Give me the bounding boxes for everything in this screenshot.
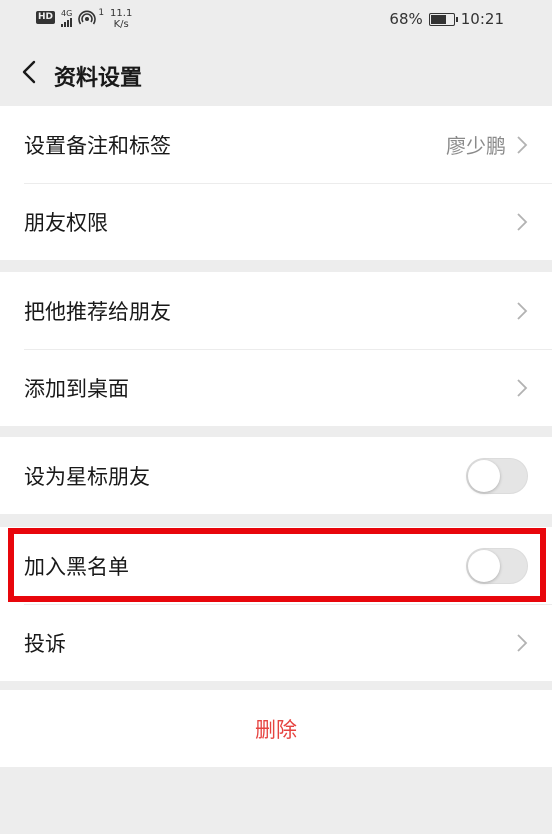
row-label: 投诉 — [24, 631, 66, 656]
row-set-remark[interactable]: 设置备注和标签 廖少鹏 — [0, 106, 552, 183]
chevron-right-icon — [517, 301, 528, 320]
network-speed: 11.1 K/s — [110, 8, 132, 30]
status-bar-right: 68% 10:21 — [389, 10, 504, 28]
battery-percent: 68% — [389, 10, 423, 28]
row-label: 把他推荐给朋友 — [24, 299, 171, 324]
row-star-friend: 设为星标朋友 — [0, 437, 552, 514]
row-add-to-desktop[interactable]: 添加到桌面 — [0, 349, 552, 426]
settings-group-block: 加入黑名单 投诉 — [0, 527, 552, 681]
toggle-knob — [468, 549, 500, 582]
row-label: 加入黑名单 — [24, 554, 129, 579]
hotspot-count: 1 — [98, 8, 105, 18]
chevron-left-icon — [22, 60, 36, 84]
toggle-knob — [468, 459, 500, 492]
row-add-to-blacklist: 加入黑名单 — [0, 527, 552, 604]
row-complain[interactable]: 投诉 — [0, 604, 552, 681]
chevron-right-icon — [517, 378, 528, 397]
remark-value: 廖少鹏 — [446, 134, 506, 158]
settings-group-share: 把他推荐给朋友 添加到桌面 — [0, 272, 552, 426]
settings-group-star: 设为星标朋友 — [0, 437, 552, 514]
settings-group-remark: 设置备注和标签 廖少鹏 朋友权限 — [0, 106, 552, 260]
row-recommend-to-friend[interactable]: 把他推荐给朋友 — [0, 272, 552, 349]
hd-badge: HD — [36, 11, 56, 24]
status-bar-left: HD 4G 1 11.1 K/s — [36, 8, 132, 30]
navbar: 资料设置 — [0, 40, 552, 104]
blacklist-toggle[interactable] — [466, 547, 528, 584]
signal-icon: 4G — [61, 10, 72, 27]
battery-fill — [430, 14, 446, 24]
row-label: 设为星标朋友 — [24, 464, 150, 489]
network-type: 4G — [61, 9, 73, 18]
speed-value: 11.1 — [110, 8, 133, 19]
chevron-right-icon — [517, 633, 528, 652]
row-label: 设置备注和标签 — [24, 133, 171, 158]
row-friend-permissions[interactable]: 朋友权限 — [0, 183, 552, 260]
page-title: 资料设置 — [54, 66, 143, 91]
row-label: 添加到桌面 — [24, 376, 129, 401]
clock: 10:21 — [460, 10, 504, 28]
delete-label: 删除 — [255, 717, 297, 742]
hotspot-icon — [78, 10, 97, 30]
speed-unit: K/s — [113, 19, 129, 30]
settings-group-delete: 删除 — [0, 690, 552, 767]
back-button[interactable] — [14, 57, 44, 87]
chevron-right-icon — [517, 135, 528, 154]
star-friend-toggle[interactable] — [466, 457, 528, 494]
row-label: 朋友权限 — [24, 210, 108, 235]
status-bar: HD 4G 1 11.1 K/s 68% 10:21 — [0, 0, 552, 40]
battery-icon — [428, 12, 458, 26]
chevron-right-icon — [517, 212, 528, 231]
delete-button[interactable]: 删除 — [0, 690, 552, 767]
signal-bars — [61, 18, 73, 27]
